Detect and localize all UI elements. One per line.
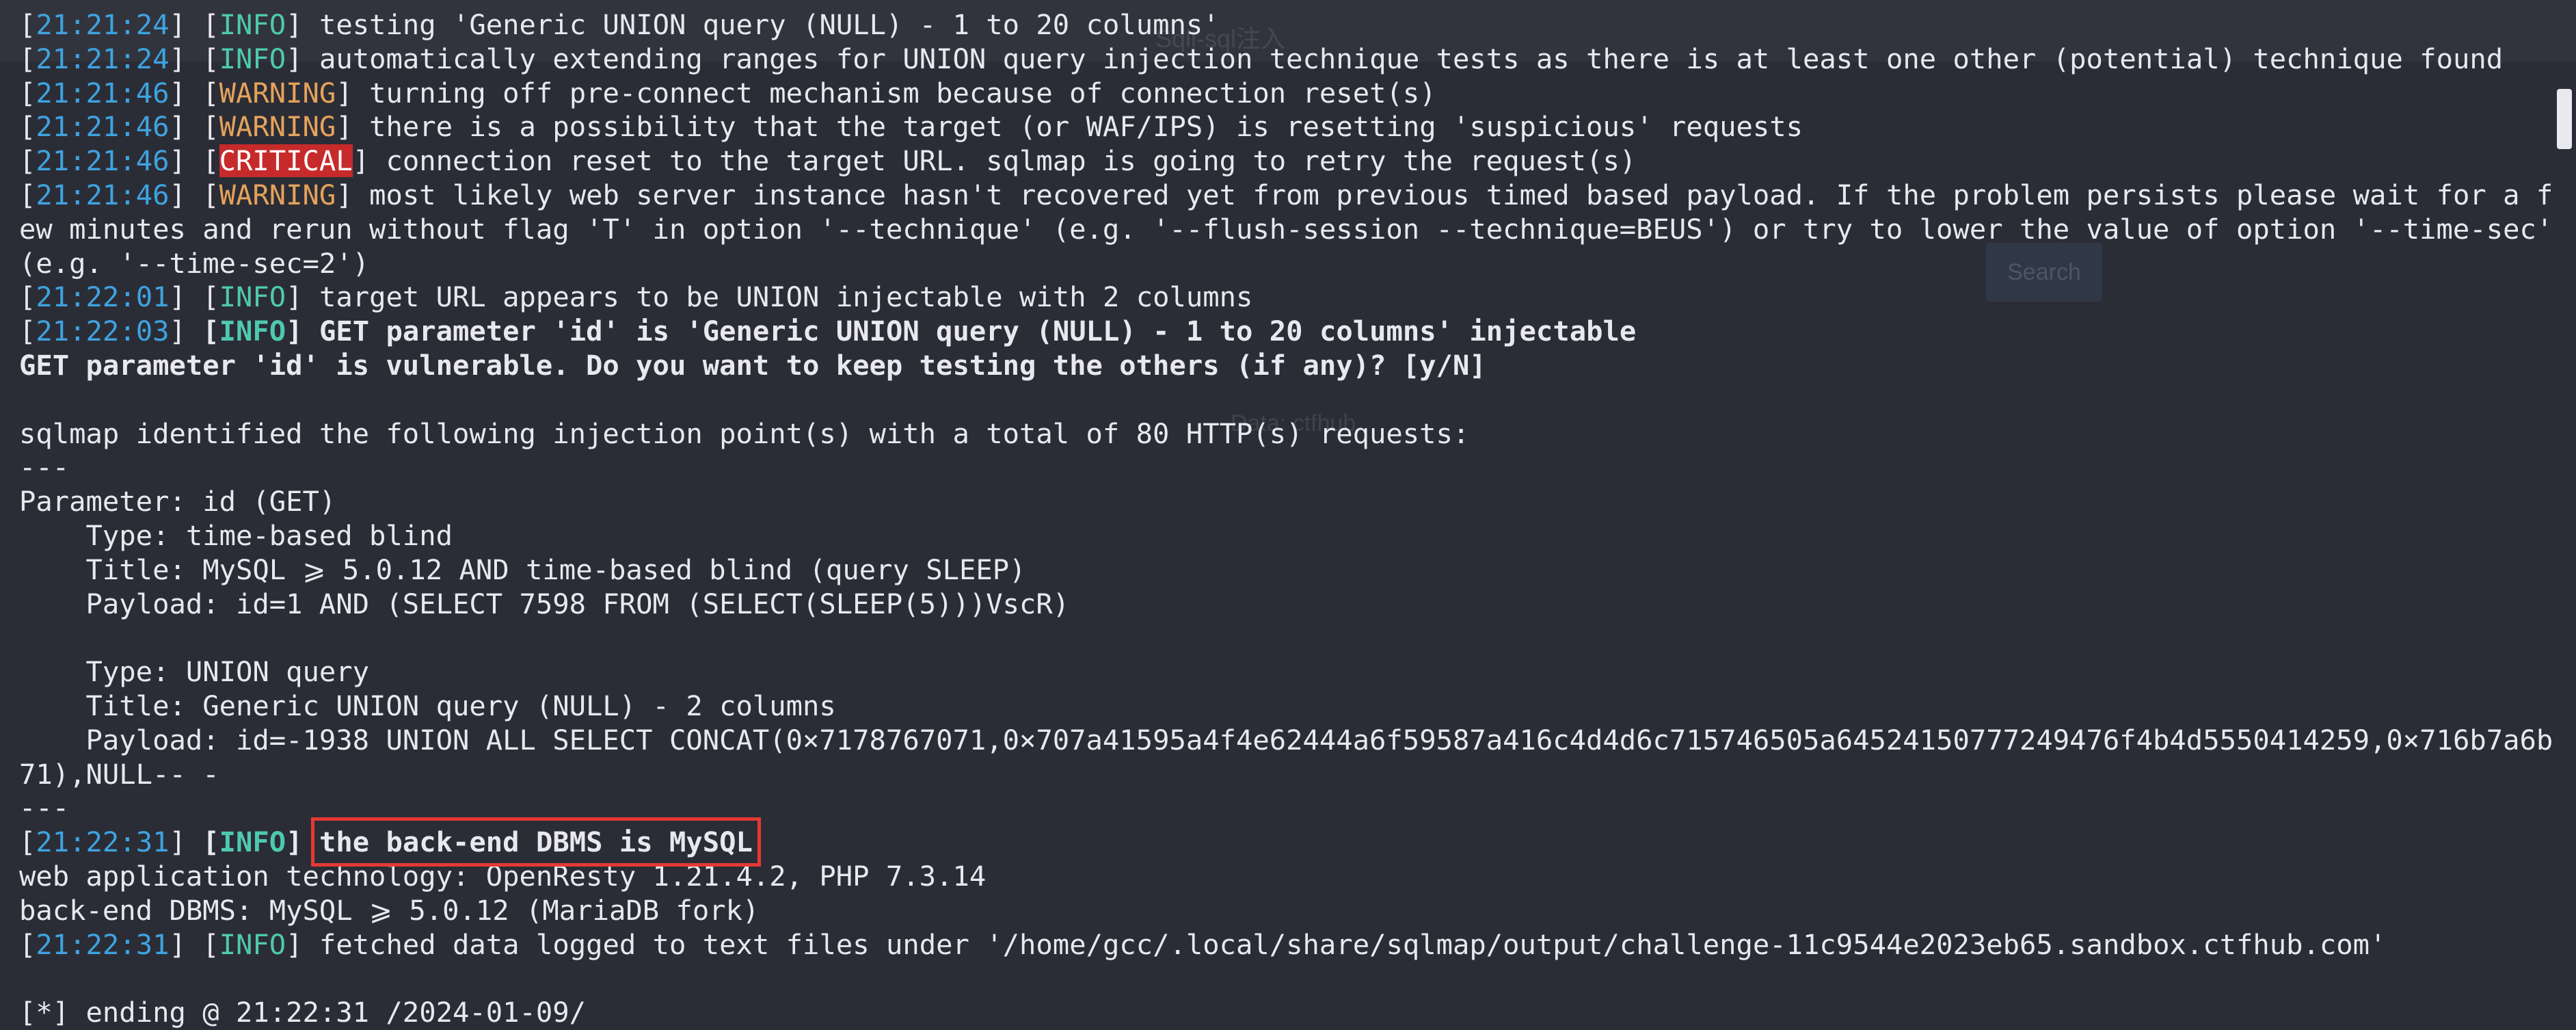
- log-message: testing 'Generic UNION query (NULL) - 1 …: [319, 8, 1220, 41]
- injection-payload: Payload: id=1 AND (SELECT 7598 FROM (SEL…: [19, 587, 1070, 620]
- scrollbar-thumb[interactable]: [2557, 89, 2572, 149]
- highlighted-dbms-message: the back-end DBMS is MySQL: [310, 817, 761, 867]
- injection-type: Type: time-based blind: [19, 518, 453, 552]
- log-message: turning off pre-connect mechanism becaus…: [369, 76, 1436, 109]
- log-line: [21:22:31] [INFO] fetched data logged to…: [19, 927, 2387, 961]
- injection-payload: Payload: id=-1938 UNION ALL SELECT CONCA…: [19, 723, 2553, 791]
- summary-intro: sqlmap identified the following injectio…: [19, 417, 1470, 450]
- log-line: [21:21:46] [WARNING] most likely web ser…: [19, 178, 2570, 280]
- injection-title: Title: Generic UNION query (NULL) - 2 co…: [19, 689, 836, 722]
- web-tech-line: web application technology: OpenResty 1.…: [19, 859, 987, 893]
- log-message: connection reset to the target URL. sqlm…: [386, 144, 1637, 178]
- log-level-critical: CRITICAL: [219, 144, 353, 178]
- timestamp: 21:22:03: [36, 315, 170, 348]
- log-level: INFO: [219, 42, 286, 75]
- timestamp: 21:21:46: [36, 76, 170, 109]
- log-level: WARNING: [219, 178, 336, 211]
- injection-type: Type: UNION query: [19, 655, 370, 689]
- log-level: INFO: [219, 280, 286, 314]
- timestamp: 21:21:24: [36, 42, 170, 75]
- log-message: target URL appears to be UNION injectabl…: [319, 280, 1253, 314]
- log-message: automatically extending ranges for UNION…: [319, 42, 2504, 75]
- log-line: [21:21:46] [WARNING] turning off pre-con…: [19, 76, 1436, 109]
- timestamp: 21:21:46: [36, 110, 170, 144]
- terminal-output: [21:21:24] [INFO] testing 'Generic UNION…: [19, 8, 2557, 1030]
- separator: ---: [19, 791, 70, 825]
- backend-dbms-line: back-end DBMS: MySQL ⩾ 5.0.12 (MariaDB f…: [19, 893, 760, 927]
- log-level: INFO: [219, 826, 286, 859]
- log-level: WARNING: [219, 76, 336, 109]
- timestamp: 21:22:01: [36, 280, 170, 314]
- injection-title: Title: MySQL ⩾ 5.0.12 AND time-based bli…: [19, 553, 1026, 586]
- log-message: GET parameter 'id' is 'Generic UNION que…: [319, 315, 1637, 348]
- log-level: INFO: [219, 315, 286, 348]
- log-line: [21:21:46] [CRITICAL] connection reset t…: [19, 144, 1637, 178]
- log-message: there is a possibility that the target (…: [369, 110, 1803, 144]
- timestamp: 21:22:31: [36, 927, 170, 961]
- dbms-detect-line: [21:22:31] [INFO] the back-end DBMS is M…: [19, 817, 761, 867]
- log-level: INFO: [219, 8, 286, 41]
- log-level: INFO: [219, 927, 286, 961]
- log-line: [21:22:03] [INFO] GET parameter 'id' is …: [19, 315, 1637, 348]
- separator: ---: [19, 451, 70, 484]
- log-line: [21:21:24] [INFO] testing 'Generic UNION…: [19, 8, 1220, 41]
- timestamp: 21:21:24: [36, 8, 170, 41]
- log-line: [21:21:24] [INFO] automatically extendin…: [19, 42, 2504, 75]
- timestamp: 21:22:31: [36, 826, 170, 859]
- prompt-line: GET parameter 'id' is vulnerable. Do you…: [19, 348, 1486, 382]
- timestamp: 21:21:46: [36, 178, 170, 211]
- log-line: [21:22:01] [INFO] target URL appears to …: [19, 280, 1253, 314]
- log-message: fetched data logged to text files under …: [319, 927, 2387, 961]
- log-line: [21:21:46] [WARNING] there is a possibil…: [19, 110, 1803, 144]
- log-level: WARNING: [219, 110, 336, 144]
- log-message: most likely web server instance hasn't r…: [19, 178, 2570, 280]
- timestamp: 21:21:46: [36, 144, 170, 178]
- parameter-line: Parameter: id (GET): [19, 485, 336, 518]
